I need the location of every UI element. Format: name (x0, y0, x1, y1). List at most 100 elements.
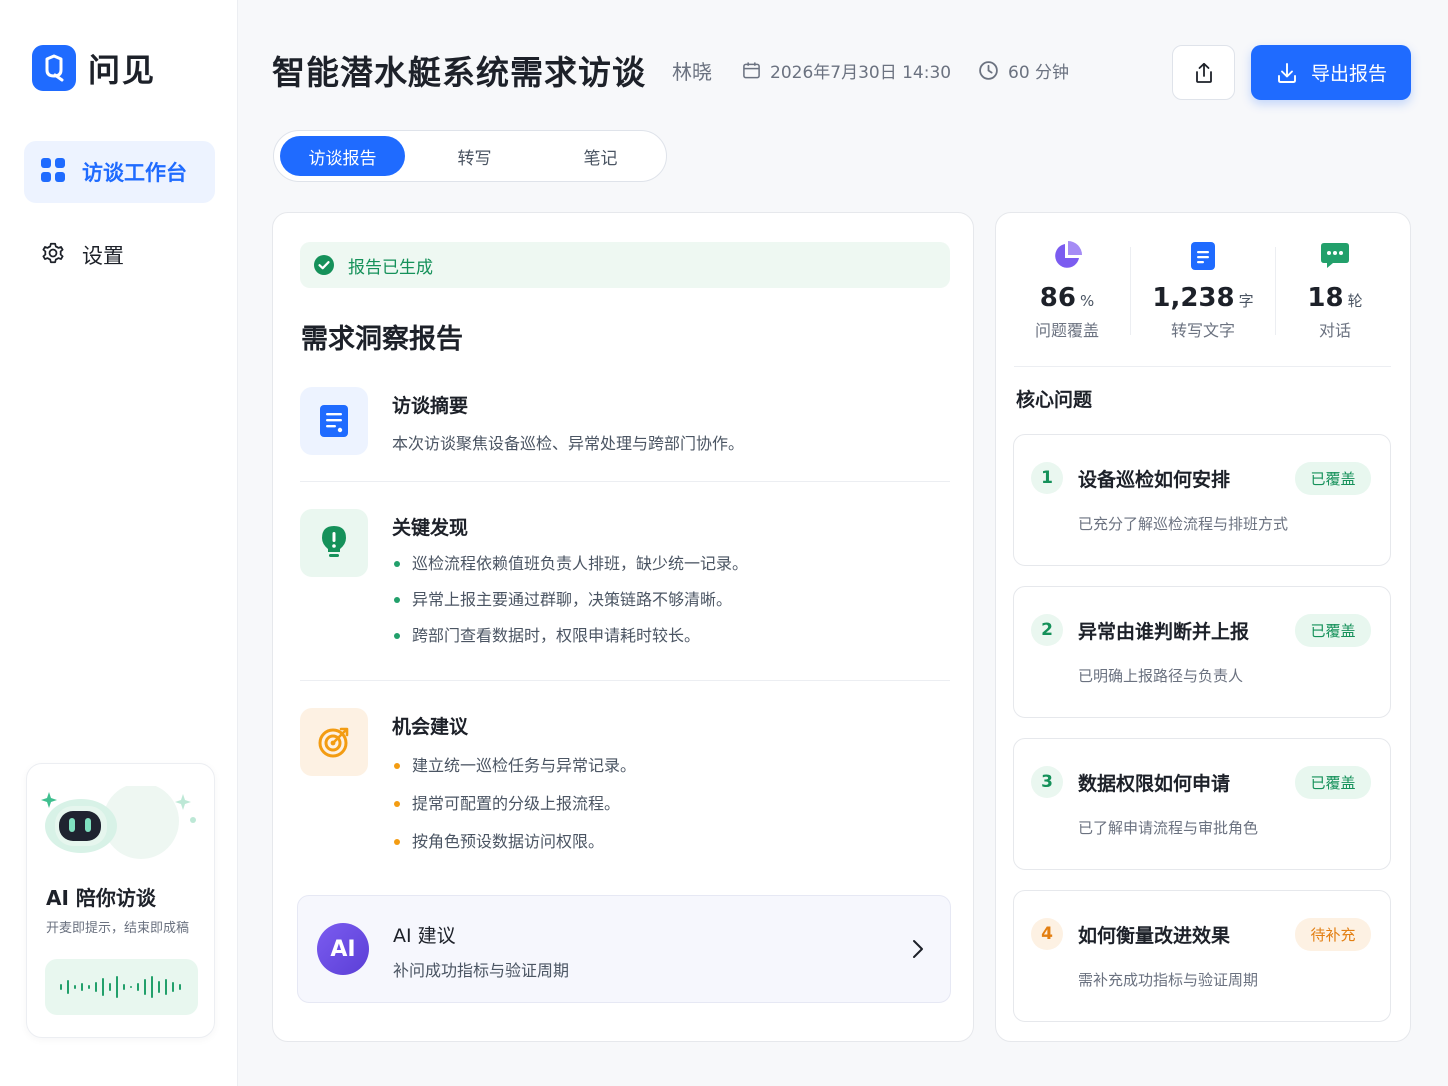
divider (1014, 366, 1391, 367)
list-item: 跨部门查看数据时，权限申请耗时较长。 (392, 625, 748, 661)
opportunities-title: 机会建议 (392, 716, 469, 738)
document-icon (1143, 241, 1263, 271)
export-report-button[interactable]: 导出报告 (1251, 45, 1411, 100)
stat-separator (1130, 247, 1131, 335)
stat-label: 对话 (1318, 321, 1351, 340)
sidebar: 问见 访谈工作台 设置 AI 陪你访谈 开麦即提示，结束即成稿 (0, 0, 238, 1086)
stat-coverage: 86% 问题覆盖 (1007, 241, 1127, 341)
stat-label: 转写文字 (1170, 321, 1235, 340)
question-note: 已了解申请流程与审批角色 (1078, 819, 1259, 837)
question-card-1[interactable]: 1 设备巡检如何安排 已充分了解巡检流程与排班方式 已覆盖 (1013, 434, 1391, 566)
sidebar-item-label: 设置 (82, 244, 124, 268)
view-tabs: 访谈报告 转写 笔记 (273, 130, 667, 182)
summary-section: 访谈摘要 本次访谈聚焦设备巡检、异常处理与跨部门协作。 (300, 387, 950, 467)
report-card: 报告已生成 需求洞察报告 访谈摘要 本次访谈聚焦设备巡检、异常处理与跨部门协作。 (272, 212, 974, 1042)
author-name: 林晓 (672, 60, 712, 84)
status-banner: 报告已生成 (300, 242, 950, 288)
status-badge: 已覆盖 (1295, 766, 1371, 799)
opportunities-list: 建立统一巡检任务与异常记录。 提常可配置的分级上报流程。 按角色预设数据访问权限… (392, 755, 636, 869)
findings-title: 关键发现 (392, 517, 469, 539)
stat-transcript-words: 1,238 字 转写文字 (1143, 241, 1263, 341)
ai-suggestion-card[interactable]: AI AI 建议 补问成功指标与验证周期 (297, 895, 951, 1003)
question-title: 如何衡量改进效果 (1078, 925, 1231, 947)
calendar-icon (743, 62, 760, 79)
ai-card-subtitle: 开麦即提示，结束即成稿 (46, 921, 190, 936)
summary-text: 本次访谈聚焦设备巡检、异常处理与跨部门协作。 (392, 434, 745, 453)
stat-value: 86% (1039, 283, 1095, 313)
robot-icon (41, 786, 196, 859)
question-note: 已明确上报路径与负责人 (1078, 667, 1244, 685)
share-button[interactable] (1172, 45, 1235, 100)
clock-icon (979, 61, 998, 80)
stat-dialogue-rounds: 18 轮 对话 (1275, 241, 1395, 341)
export-label: 导出报告 (1310, 63, 1387, 85)
tab-report[interactable]: 访谈报告 (280, 136, 405, 176)
app-logo[interactable]: 问见 (32, 45, 156, 91)
divider (300, 680, 950, 681)
question-number: 2 (1031, 614, 1063, 646)
grid-icon (40, 157, 66, 187)
question-card-4[interactable]: 4 如何衡量改进效果 需补充成功指标与验证周期 待补充 (1013, 890, 1391, 1022)
page-title: 智能潜水艇系统需求访谈 (272, 53, 646, 92)
logo-icon (32, 45, 76, 91)
interview-duration: 60 分钟 (978, 58, 1069, 83)
status-badge: 已覆盖 (1295, 462, 1371, 495)
tab-notes[interactable]: 笔记 (538, 136, 663, 176)
stat-value: 18 轮 (1307, 283, 1363, 313)
duration-text: 60 分钟 (1008, 63, 1070, 83)
question-note: 需补充成功指标与验证周期 (1078, 971, 1259, 989)
insights-panel: 86% 问题覆盖 1,238 字 转写文字 18 轮 对话 核心问题 1 设备巡… (995, 212, 1411, 1042)
list-item: 提常可配置的分级上报流程。 (392, 793, 636, 831)
ai-suggestion-title: AI 建议 (393, 925, 456, 947)
app-name: 问见 (88, 51, 157, 89)
core-questions-title: 核心问题 (1016, 389, 1093, 411)
question-number: 4 (1031, 918, 1063, 950)
ai-card-title: AI 陪你访谈 (46, 886, 156, 910)
list-item: 按角色预设数据访问权限。 (392, 831, 636, 869)
gear-icon (40, 240, 66, 270)
question-note: 已充分了解巡检流程与排班方式 (1078, 515, 1289, 533)
ai-suggestion-subtitle: 补问成功指标与验证周期 (393, 961, 570, 980)
stat-label: 问题覆盖 (1034, 321, 1099, 340)
list-item: 建立统一巡检任务与异常记录。 (392, 755, 636, 793)
report-title: 需求洞察报告 (301, 324, 463, 355)
question-title: 设备巡检如何安排 (1078, 469, 1231, 491)
pie-chart-icon (1007, 241, 1127, 271)
sidebar-item-settings[interactable]: 设置 (24, 224, 215, 286)
voice-wave-button[interactable] (45, 959, 198, 1015)
question-card-3[interactable]: 3 数据权限如何申请 已了解申请流程与审批角色 已覆盖 (1013, 738, 1391, 870)
stat-value: 1,238 字 (1152, 283, 1254, 313)
question-card-2[interactable]: 2 异常由谁判断并上报 已明确上报路径与负责人 已覆盖 (1013, 586, 1391, 718)
target-icon (300, 708, 368, 776)
tab-transcript[interactable]: 转写 (412, 136, 537, 176)
interview-datetime: 2026年7月30日 14:30 (742, 58, 951, 83)
chevron-right-icon (913, 940, 923, 958)
question-number: 3 (1031, 766, 1063, 798)
share-icon (1195, 62, 1212, 83)
document-icon (300, 387, 368, 455)
status-badge: 已覆盖 (1295, 614, 1371, 647)
sidebar-item-label: 访谈工作台 (82, 161, 187, 185)
chat-icon (1275, 241, 1395, 271)
check-circle-icon (314, 255, 334, 275)
download-icon (1278, 62, 1296, 83)
divider (300, 481, 950, 482)
summary-title: 访谈摘要 (392, 395, 469, 417)
question-title: 数据权限如何申请 (1078, 773, 1231, 795)
opportunities-section: 机会建议 建立统一巡检任务与异常记录。 提常可配置的分级上报流程。 按角色预设数… (300, 708, 950, 858)
question-title: 异常由谁判断并上报 (1078, 621, 1250, 643)
sidebar-item-workbench[interactable]: 访谈工作台 (24, 141, 215, 203)
findings-list: 巡检流程依赖值班负责人排班，缺少统一记录。 异常上报主要通过群聊，决策链路不够清… (392, 553, 748, 661)
datetime-text: 2026年7月30日 14:30 (770, 63, 952, 83)
list-item: 异常上报主要通过群聊，决策链路不够清晰。 (392, 589, 748, 625)
findings-section: 关键发现 巡检流程依赖值班负责人排班，缺少统一记录。 异常上报主要通过群聊，决策… (300, 509, 950, 659)
question-number: 1 (1031, 462, 1063, 494)
lightbulb-icon (300, 509, 368, 577)
status-text: 报告已生成 (348, 257, 433, 278)
ai-assistant-card[interactable]: AI 陪你访谈 开麦即提示，结束即成稿 (26, 763, 215, 1038)
ai-avatar: AI (317, 923, 369, 975)
list-item: 巡检流程依赖值班负责人排班，缺少统一记录。 (392, 553, 748, 589)
interview-author: 林晓 (672, 56, 712, 85)
status-badge: 待补充 (1295, 918, 1371, 951)
sound-wave-icon (59, 976, 181, 998)
